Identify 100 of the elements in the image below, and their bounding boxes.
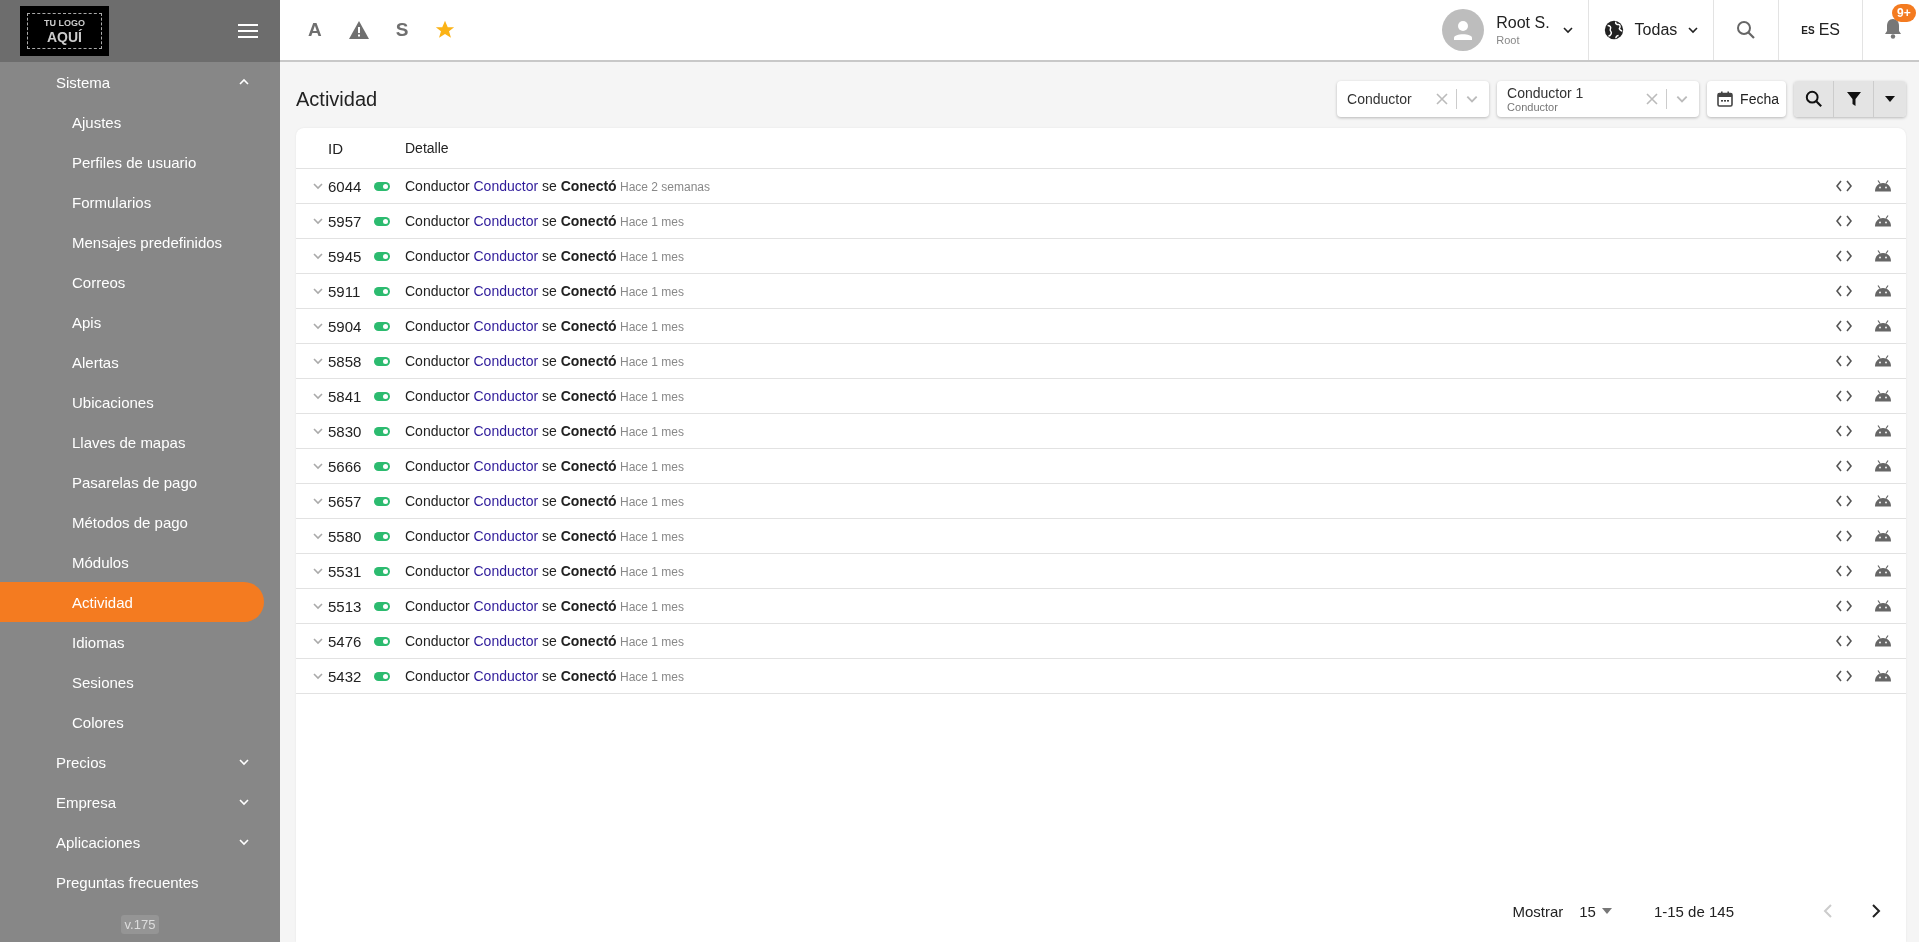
toggle[interactable] xyxy=(374,286,390,296)
android-icon[interactable] xyxy=(1874,530,1892,542)
activity-detail: Conductor Conductor se Conectó Hace 1 mes xyxy=(405,248,685,264)
caret-icon xyxy=(1885,96,1895,102)
android-icon[interactable] xyxy=(1874,320,1892,332)
sidebar-subitem[interactable]: Ubicaciones xyxy=(0,382,264,422)
code-icon[interactable] xyxy=(1836,355,1852,367)
android-icon[interactable] xyxy=(1874,180,1892,192)
android-icon[interactable] xyxy=(1874,635,1892,647)
sidebar-subitem[interactable]: Sesiones xyxy=(0,662,264,702)
toggle[interactable] xyxy=(374,426,390,436)
code-icon[interactable] xyxy=(1836,600,1852,612)
table-cell-text: 5830 xyxy=(327,422,363,440)
table-cell-text: 5904 xyxy=(327,317,363,335)
dropdown-button[interactable] xyxy=(1874,81,1906,117)
sidebar-subitem[interactable]: Correos xyxy=(0,262,264,302)
code-icon[interactable] xyxy=(1836,390,1852,402)
user-menu[interactable]: Root S. Root xyxy=(1428,0,1588,60)
android-icon[interactable] xyxy=(1874,250,1892,262)
activity-detail: Conductor Conductor se Conectó Hace 1 mes xyxy=(405,458,685,474)
table-cell-text: 5432 xyxy=(327,667,363,685)
sidebar-item[interactable]: Empresa xyxy=(0,782,280,822)
sidebar-subitem[interactable]: Llaves de mapas xyxy=(0,422,264,462)
code-icon[interactable] xyxy=(1836,425,1852,437)
page-size-select[interactable]: 15 xyxy=(1579,902,1612,920)
sidebar-subitem[interactable]: Apis xyxy=(0,302,264,342)
sidebar-subitem[interactable]: Formularios xyxy=(0,182,264,222)
activity-detail: Conductor Conductor se Conectó Hace 2 semanas xyxy=(405,178,712,194)
rows-per-page-label: Mostrar xyxy=(1512,902,1564,920)
warning-icon[interactable] xyxy=(347,20,370,40)
table-cell-text: 6044 xyxy=(327,177,363,195)
code-icon[interactable] xyxy=(1836,495,1852,507)
toggle[interactable] xyxy=(374,321,390,331)
sidebar-subitem[interactable]: Pasarelas de pago xyxy=(0,462,264,502)
activity-detail: Conductor Conductor se Conectó Hace 1 mes xyxy=(405,353,685,369)
android-icon[interactable] xyxy=(1874,285,1892,297)
filter-button[interactable] xyxy=(1834,81,1874,117)
android-icon[interactable] xyxy=(1874,600,1892,612)
code-icon[interactable] xyxy=(1836,565,1852,577)
sidebar-subitem[interactable]: Colores xyxy=(0,702,264,742)
toggle[interactable] xyxy=(374,566,390,576)
next-page-icon[interactable] xyxy=(1870,903,1882,919)
code-icon[interactable] xyxy=(1836,635,1852,647)
android-icon[interactable] xyxy=(1874,215,1892,227)
sidebar-subitem[interactable]: Mensajes predefinidos xyxy=(0,222,264,262)
code-icon[interactable] xyxy=(1836,250,1852,262)
sidebar-subitem[interactable]: Alertas xyxy=(0,342,264,382)
toggle[interactable] xyxy=(374,671,390,681)
android-icon[interactable] xyxy=(1874,670,1892,682)
toggle[interactable] xyxy=(374,636,390,646)
region-selector[interactable]: Todas xyxy=(1587,0,1714,60)
search-button[interactable] xyxy=(1794,81,1834,117)
code-icon[interactable] xyxy=(1836,530,1852,542)
android-icon[interactable] xyxy=(1874,390,1892,402)
toggle[interactable] xyxy=(374,216,390,226)
toggle[interactable] xyxy=(374,391,390,401)
column-header: ID xyxy=(327,139,344,157)
table-cell-text: 5513 xyxy=(327,597,363,615)
sidebar-subitem[interactable]: Ajustes xyxy=(0,102,264,142)
android-icon[interactable] xyxy=(1874,460,1892,472)
search-icon xyxy=(1804,90,1823,108)
sidebar-item[interactable]: Precios xyxy=(0,742,280,782)
toggle[interactable] xyxy=(374,251,390,261)
search-icon[interactable] xyxy=(1736,20,1757,40)
code-icon[interactable] xyxy=(1836,180,1852,192)
table-cell-text: 5945 xyxy=(327,247,363,265)
android-icon[interactable] xyxy=(1874,425,1892,437)
code-icon[interactable] xyxy=(1836,285,1852,297)
toggle[interactable] xyxy=(374,356,390,366)
android-icon[interactable] xyxy=(1874,495,1892,507)
sidebar-subitem[interactable]: Módulos xyxy=(0,542,264,582)
sidebar-subitem[interactable]: Perfiles de usuario xyxy=(0,142,264,182)
sidebar-subitem[interactable]: Métodos de pago xyxy=(0,502,264,542)
sidebar-item[interactable]: Sistema xyxy=(0,62,280,102)
menu-icon[interactable] xyxy=(238,23,258,39)
language-selector[interactable]: ES ES xyxy=(1778,0,1862,60)
shortcut-letter[interactable]: A xyxy=(308,19,322,41)
toggle[interactable] xyxy=(374,496,390,506)
sidebar-subitem[interactable]: Idiomas xyxy=(0,622,264,662)
table-cell-text: 5666 xyxy=(327,457,363,475)
shortcut-letter[interactable]: S xyxy=(395,19,409,41)
toggle[interactable] xyxy=(374,531,390,541)
toggle[interactable] xyxy=(374,461,390,471)
code-icon[interactable] xyxy=(1836,460,1852,472)
date-button[interactable]: Fecha xyxy=(1707,81,1786,117)
code-icon[interactable] xyxy=(1836,670,1852,682)
language-label: ES xyxy=(1818,21,1840,39)
toggle[interactable] xyxy=(374,601,390,611)
sidebar-subitem[interactable]: Actividad xyxy=(0,582,264,622)
android-icon[interactable] xyxy=(1874,355,1892,367)
android-icon[interactable] xyxy=(1874,565,1892,577)
code-icon[interactable] xyxy=(1836,320,1852,332)
sidebar-item[interactable]: Preguntas frecuentes xyxy=(0,862,280,902)
filter-value: Conductor xyxy=(1347,91,1413,107)
bell-icon[interactable] xyxy=(1883,17,1903,39)
code-icon[interactable] xyxy=(1836,215,1852,227)
activity-detail: Conductor Conductor se Conectó Hace 1 mes xyxy=(405,493,685,509)
toggle[interactable] xyxy=(374,181,390,191)
sidebar-item[interactable]: Aplicaciones xyxy=(0,822,280,862)
activity-detail: Conductor Conductor se Conectó Hace 1 mes xyxy=(405,423,685,439)
